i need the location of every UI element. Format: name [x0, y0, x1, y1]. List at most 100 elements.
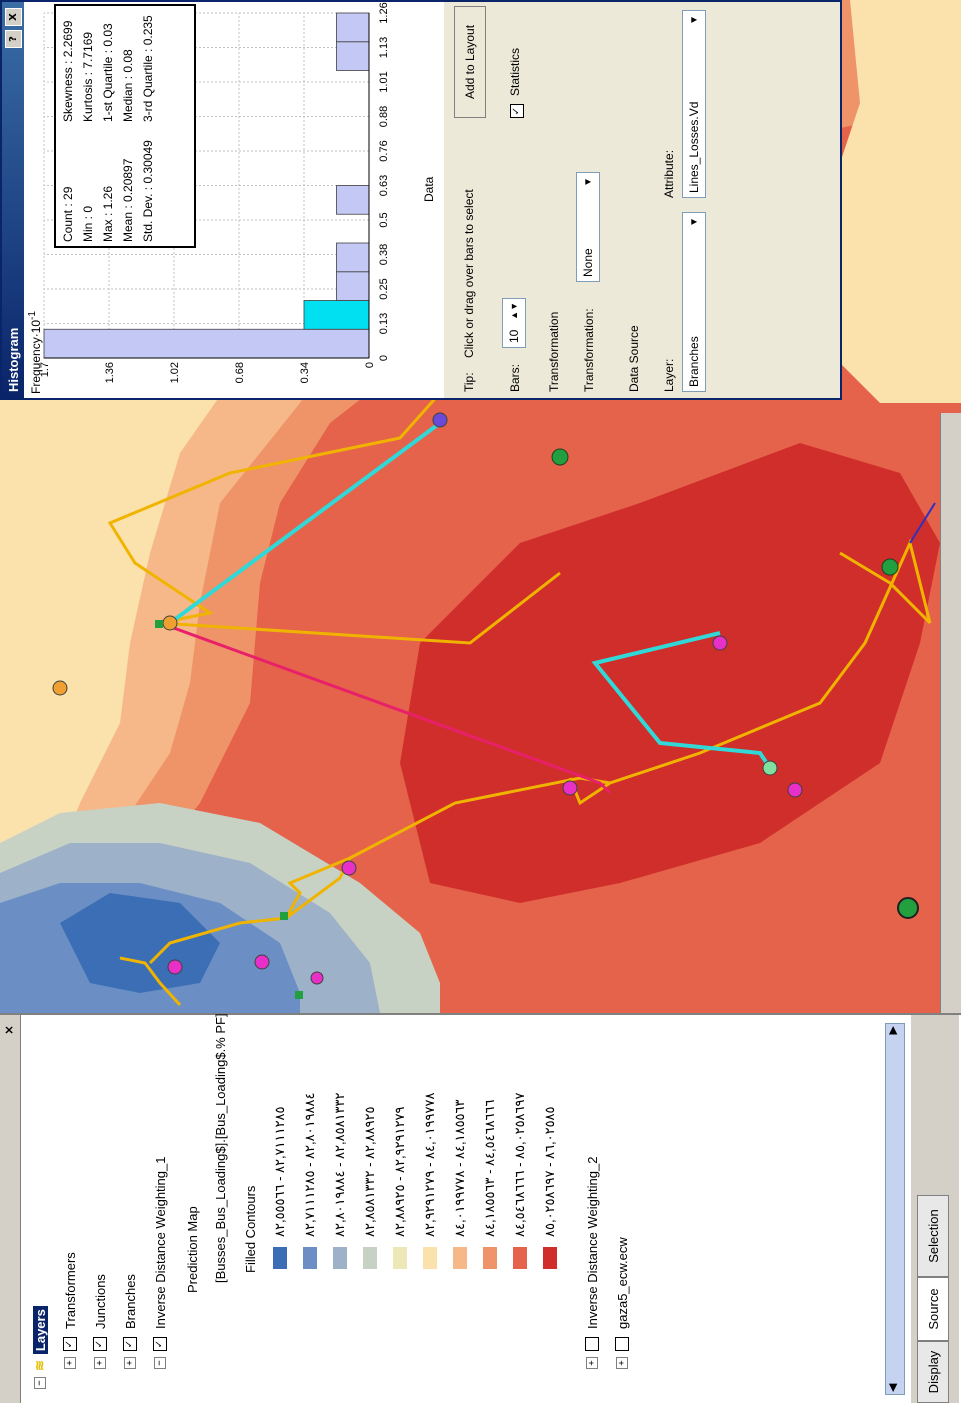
attribute-label: Attribute:	[662, 149, 676, 198]
legend-swatch[interactable]	[543, 1247, 557, 1269]
x-tick-label: 0.25	[378, 278, 390, 299]
close-button[interactable]: X	[5, 8, 22, 26]
bars-spinner[interactable]: 10 ▲▼	[502, 298, 526, 348]
expand-icon[interactable]: +	[616, 1357, 628, 1369]
histogram-bar[interactable]	[336, 12, 370, 43]
close-icon[interactable]: ×	[2, 1025, 16, 1035]
transformation-dropdown[interactable]: None ▼	[576, 172, 600, 282]
layer-label: Branches	[122, 1274, 138, 1329]
legend-label: ٨٢,٨٠١٩٨٨٤ - ٨٢,٧١١١٢٨٥	[302, 1092, 317, 1238]
transformer-node[interactable]	[881, 558, 899, 576]
toc-horizontal-scrollbar[interactable]: ◀ ▶	[885, 1023, 905, 1395]
layer-idw1[interactable]: − ✓ Inverse Distance Weighting_1	[150, 1157, 170, 1369]
layer-label: Layer:	[662, 358, 676, 392]
legend-swatch[interactable]	[363, 1247, 377, 1269]
histogram-bar[interactable]	[336, 271, 370, 301]
checkbox[interactable]: ✓	[123, 1337, 137, 1351]
transformer-node[interactable]	[551, 448, 569, 466]
legend-item: ٨٤,٥٤٦٨٦٦٦ - ٨٤,١٨٥٥٦٣	[480, 1099, 500, 1269]
tip-label: Tip:	[462, 372, 476, 392]
layer-ecw[interactable]: + gaza5_ecw.ecw	[612, 1237, 632, 1369]
checkbox[interactable]	[585, 1337, 599, 1351]
tip-text: Click or drag over bars to select	[462, 189, 476, 358]
junction-node[interactable]	[341, 860, 357, 876]
statistics-checkbox[interactable]: ✓	[510, 104, 524, 118]
attribute-dropdown[interactable]: Lines_Losses.Vd ▼	[682, 10, 706, 198]
transformer-node[interactable]	[762, 760, 778, 776]
expand-icon[interactable]: +	[64, 1357, 76, 1369]
chevron-down-icon[interactable]: ▼	[583, 173, 594, 187]
junction-node[interactable]	[52, 680, 68, 696]
spinner-arrows-icon[interactable]: ▲▼	[509, 299, 519, 320]
help-button[interactable]: ?	[5, 30, 22, 48]
stat-std: Std. Dev. : 0.30049	[141, 140, 155, 242]
legend-swatch[interactable]	[393, 1247, 407, 1269]
junction-node[interactable]	[432, 412, 448, 428]
junction-node[interactable]	[254, 954, 270, 970]
layer-dropdown[interactable]: Branches ▼	[682, 212, 706, 392]
statistics-checkbox-row[interactable]: ✓ Statistics	[508, 48, 524, 118]
layer-label: Junctions	[92, 1274, 108, 1329]
layer-transformers[interactable]: + ✓ Transformers	[60, 1252, 80, 1369]
histogram-chart[interactable]: 0 0.34 0.68 1.02 1.36 1.7 0 0.13 0.25 0.38 0.5 0.63…	[24, 2, 444, 398]
scroll-right-icon[interactable]: ▶	[886, 1026, 899, 1034]
legend-swatch[interactable]	[483, 1247, 497, 1269]
histogram-bar[interactable]	[336, 41, 370, 71]
x-tick-label: 0.88	[378, 106, 390, 127]
junction-node[interactable]	[787, 782, 803, 798]
y-tick-label: 1.36	[104, 362, 116, 383]
layer-junctions[interactable]: + ✓ Junctions	[90, 1274, 110, 1369]
add-to-layout-button[interactable]: Add to Layout	[454, 6, 486, 118]
legend-item: ٨٥,٠٢٥٨٦٩٧ - ٨٤,٥٤٦٨٦٦٦	[510, 1093, 530, 1269]
layer-branches[interactable]: + ✓ Branches	[120, 1274, 140, 1369]
expand-icon[interactable]: +	[94, 1357, 106, 1369]
y-tick-label: 0.34	[299, 362, 311, 383]
collapse-icon[interactable]: −	[34, 1377, 46, 1389]
histogram-bar[interactable]	[43, 328, 370, 359]
chevron-down-icon[interactable]: ▼	[689, 11, 700, 25]
tab-selection[interactable]: Selection	[917, 1195, 949, 1277]
junction-node[interactable]	[712, 635, 728, 651]
junction-node[interactable]	[167, 959, 183, 975]
legend-swatch[interactable]	[423, 1247, 437, 1269]
legend-swatch[interactable]	[453, 1247, 467, 1269]
x-tick-label: 0.63	[378, 175, 390, 196]
checkbox[interactable]: ✓	[63, 1337, 77, 1351]
layers-icon: ≋	[32, 1360, 47, 1371]
checkbox[interactable]: ✓	[153, 1337, 167, 1351]
statistics-panel: Count : 29 Min : 0 Max : 1.26 Mean : 0.2…	[54, 4, 196, 248]
legend-swatch[interactable]	[303, 1247, 317, 1269]
checkbox[interactable]: ✓	[93, 1337, 107, 1351]
x-axis-label: Data	[422, 176, 436, 202]
expand-icon[interactable]: +	[586, 1357, 598, 1369]
histogram-bar[interactable]	[303, 300, 370, 330]
scroll-left-icon[interactable]: ◀	[886, 1384, 899, 1392]
junction-node[interactable]	[162, 615, 178, 631]
x-tick-label: 0	[378, 355, 390, 361]
small-junction	[280, 912, 288, 920]
layer-idw2[interactable]: + Inverse Distance Weighting_2	[582, 1157, 602, 1369]
layers-root[interactable]: − ≋ Layers	[30, 1306, 50, 1389]
layers-root-label: Layers	[32, 1306, 48, 1355]
histogram-bar[interactable]	[336, 242, 370, 273]
checkbox[interactable]	[615, 1337, 629, 1351]
expand-icon[interactable]: +	[124, 1357, 136, 1369]
tab-source[interactable]: Source	[917, 1277, 949, 1341]
chevron-down-icon[interactable]: ▼	[689, 213, 700, 227]
histogram-bar[interactable]	[336, 185, 370, 215]
legend-swatch[interactable]	[273, 1247, 287, 1269]
junction-node[interactable]	[310, 971, 324, 985]
legend-swatch[interactable]	[333, 1247, 347, 1269]
field-label: [Busses_Bus_Loading$].[Bus_Loading$.% PF…	[212, 1013, 228, 1283]
histogram-titlebar[interactable]: Histogram ? X	[2, 2, 24, 398]
legend-item: ٨٢,٨٠١٩٨٨٤ - ٨٢,٧١١١٢٨٥	[300, 1092, 320, 1269]
bars-label: Bars:	[508, 363, 522, 392]
map-statusbar	[940, 413, 961, 1013]
tab-display[interactable]: Display	[917, 1341, 949, 1403]
collapse-icon[interactable]: −	[154, 1357, 166, 1369]
legend-swatch[interactable]	[513, 1247, 527, 1269]
legend-item: ٨٢,٨٨٩٢٥ - ٨٢,٨٥٨١٣٣٢	[360, 1106, 380, 1269]
transformer-node[interactable]	[897, 897, 919, 919]
legend-label: ٨٤,٥٤٦٨٦٦٦ - ٨٤,١٨٥٥٦٣	[482, 1099, 497, 1237]
junction-node[interactable]	[562, 780, 578, 796]
